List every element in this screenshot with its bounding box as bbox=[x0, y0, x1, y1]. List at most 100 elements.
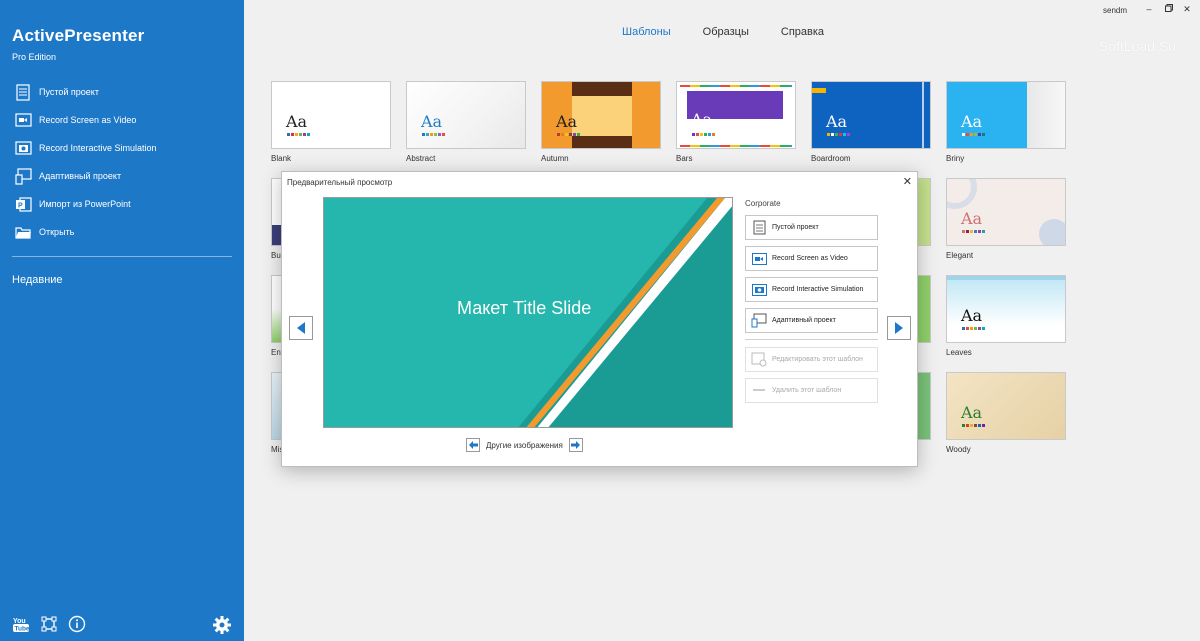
svg-text:You: You bbox=[13, 618, 26, 625]
more-images-label: Другие изображения bbox=[486, 440, 563, 450]
delete-template-icon bbox=[751, 383, 767, 399]
template-name: Autumn bbox=[541, 154, 569, 163]
tab-samples[interactable]: Образцы bbox=[703, 26, 749, 38]
template-name: Leaves bbox=[946, 348, 972, 357]
action-label: Record Interactive Simulation bbox=[772, 286, 864, 293]
template-card-leaves[interactable]: Aa Leaves bbox=[946, 275, 1066, 357]
chevron-right-icon bbox=[895, 322, 903, 334]
camera-icon bbox=[751, 282, 767, 298]
thumb-decoration bbox=[572, 136, 632, 148]
template-thumbnail: Aa bbox=[946, 372, 1066, 440]
sidebar-item-record-video[interactable]: Record Screen as Video bbox=[14, 106, 234, 134]
thumb-line bbox=[922, 82, 924, 148]
template-name: Elegant bbox=[946, 251, 974, 260]
action-label: Адаптивный проект bbox=[772, 317, 836, 324]
template-name: Abstract bbox=[406, 154, 436, 163]
sidebar-item-label: Пустой проект bbox=[39, 87, 99, 97]
thumb-aa: Aa bbox=[286, 112, 308, 131]
edit-template-button[interactable]: Редактировать этот шаблон bbox=[745, 347, 878, 372]
close-icon[interactable]: ✕ bbox=[903, 175, 912, 188]
thumb-aa: Aa bbox=[691, 110, 713, 129]
thumb-panel bbox=[572, 96, 632, 136]
sidebar-item-record-simulation[interactable]: Record Interactive Simulation bbox=[14, 134, 234, 162]
responsive-project-button[interactable]: Адаптивный проект bbox=[745, 308, 878, 333]
slide-preview: Макет Title Slide bbox=[323, 197, 733, 428]
close-window-button[interactable]: ✕ bbox=[1180, 4, 1194, 15]
info-icon[interactable] bbox=[68, 615, 86, 638]
template-thumbnail: Aa bbox=[811, 81, 931, 149]
video-camera-icon bbox=[751, 251, 767, 267]
crop-icon[interactable] bbox=[40, 615, 58, 638]
template-name-label: Corporate bbox=[745, 199, 781, 208]
more-images-nav: Другие изображения bbox=[466, 438, 583, 452]
thumb-aa: Aa bbox=[826, 112, 848, 131]
svg-text:Tube: Tube bbox=[15, 626, 30, 633]
blank-project-icon bbox=[14, 83, 32, 101]
action-label: Редактировать этот шаблон bbox=[772, 356, 863, 363]
youtube-icon[interactable]: You Tube bbox=[12, 615, 30, 638]
responsive-project-icon bbox=[14, 167, 32, 185]
watermark: SoftLoad.Su bbox=[1099, 38, 1177, 54]
video-camera-icon bbox=[14, 111, 32, 129]
thumb-aa: Aa bbox=[961, 306, 983, 325]
color-swatches bbox=[692, 133, 715, 136]
template-card-autumn[interactable]: Aa Autumn bbox=[541, 81, 661, 163]
thumb-circle bbox=[947, 179, 977, 209]
sidebar-item-label: Импорт из PowerPoint bbox=[39, 199, 131, 209]
template-thumbnail: Aa bbox=[406, 81, 526, 149]
sidebar-divider bbox=[12, 256, 232, 257]
template-card-woody[interactable]: Aa Woody bbox=[946, 372, 1066, 454]
create-blank-project-button[interactable]: Пустой проект bbox=[745, 215, 878, 240]
tab-templates[interactable]: Шаблоны bbox=[622, 26, 671, 38]
app-edition: Pro Edition bbox=[12, 52, 57, 62]
thumb-band bbox=[947, 276, 1065, 280]
template-thumbnail: Aa bbox=[271, 81, 391, 149]
chevron-left-icon bbox=[297, 322, 305, 334]
recent-heading: Недавние bbox=[12, 274, 63, 286]
arrow-left-icon[interactable] bbox=[466, 438, 480, 452]
thumb-aa: Aa bbox=[556, 112, 578, 131]
action-label: Record Screen as Video bbox=[772, 255, 848, 262]
template-name: Woody bbox=[946, 445, 971, 454]
previous-template-button[interactable] bbox=[289, 316, 313, 340]
delete-template-button[interactable]: Удалить этот шаблон bbox=[745, 378, 878, 403]
template-card-elegant[interactable]: Aa Elegant bbox=[946, 178, 1066, 260]
dialog-title: Предварительный просмотр bbox=[287, 178, 393, 187]
top-tabs: Шаблоны Образцы Справка bbox=[622, 26, 824, 38]
template-card-abstract[interactable]: Aa Abstract bbox=[406, 81, 526, 163]
template-thumbnail: Aa bbox=[946, 81, 1066, 149]
tab-help[interactable]: Справка bbox=[781, 26, 824, 38]
thumb-tag bbox=[812, 88, 826, 93]
next-template-button[interactable] bbox=[887, 316, 911, 340]
template-card-briny[interactable]: Aa Briny bbox=[946, 81, 1066, 163]
gear-icon[interactable] bbox=[212, 615, 232, 640]
template-card-blank[interactable]: Aa Blank bbox=[271, 81, 391, 163]
thumb-bar bbox=[680, 145, 792, 147]
template-card-boardroom[interactable]: Aa Boardroom bbox=[811, 81, 931, 163]
sidebar-item-blank-project[interactable]: Пустой проект bbox=[14, 78, 234, 106]
thumb-circle bbox=[1039, 219, 1065, 245]
restore-button[interactable] bbox=[1162, 4, 1176, 14]
record-screen-video-button[interactable]: Record Screen as Video bbox=[745, 246, 878, 271]
slide-title: Макет Title Slide bbox=[457, 298, 592, 318]
thumb-aa: Aa bbox=[961, 403, 983, 422]
template-thumbnail: Aa bbox=[946, 178, 1066, 246]
template-thumbnail: Aa bbox=[946, 275, 1066, 343]
record-simulation-button[interactable]: Record Interactive Simulation bbox=[745, 277, 878, 302]
template-card-bars[interactable]: Aa Bars bbox=[676, 81, 796, 163]
actions-divider bbox=[745, 339, 878, 340]
sidebar-item-responsive-project[interactable]: Адаптивный проект bbox=[14, 162, 234, 190]
thumb-aa: Aa bbox=[961, 112, 983, 131]
sidebar: ActivePresenter Pro Edition Пустой проек… bbox=[0, 0, 244, 641]
camera-icon bbox=[14, 139, 32, 157]
sidebar-item-open[interactable]: Открыть bbox=[14, 218, 234, 246]
minimize-button[interactable]: – bbox=[1142, 4, 1156, 14]
arrow-right-icon[interactable] bbox=[568, 438, 583, 452]
sidebar-item-import-powerpoint[interactable]: P Импорт из PowerPoint bbox=[14, 190, 234, 218]
powerpoint-icon: P bbox=[14, 195, 32, 213]
sidebar-item-label: Record Screen as Video bbox=[39, 115, 137, 125]
color-swatches bbox=[962, 327, 985, 330]
action-label: Пустой проект bbox=[772, 224, 819, 231]
sidebar-menu: Пустой проект Record Screen as Video Rec… bbox=[14, 78, 234, 246]
color-swatches bbox=[962, 424, 985, 427]
